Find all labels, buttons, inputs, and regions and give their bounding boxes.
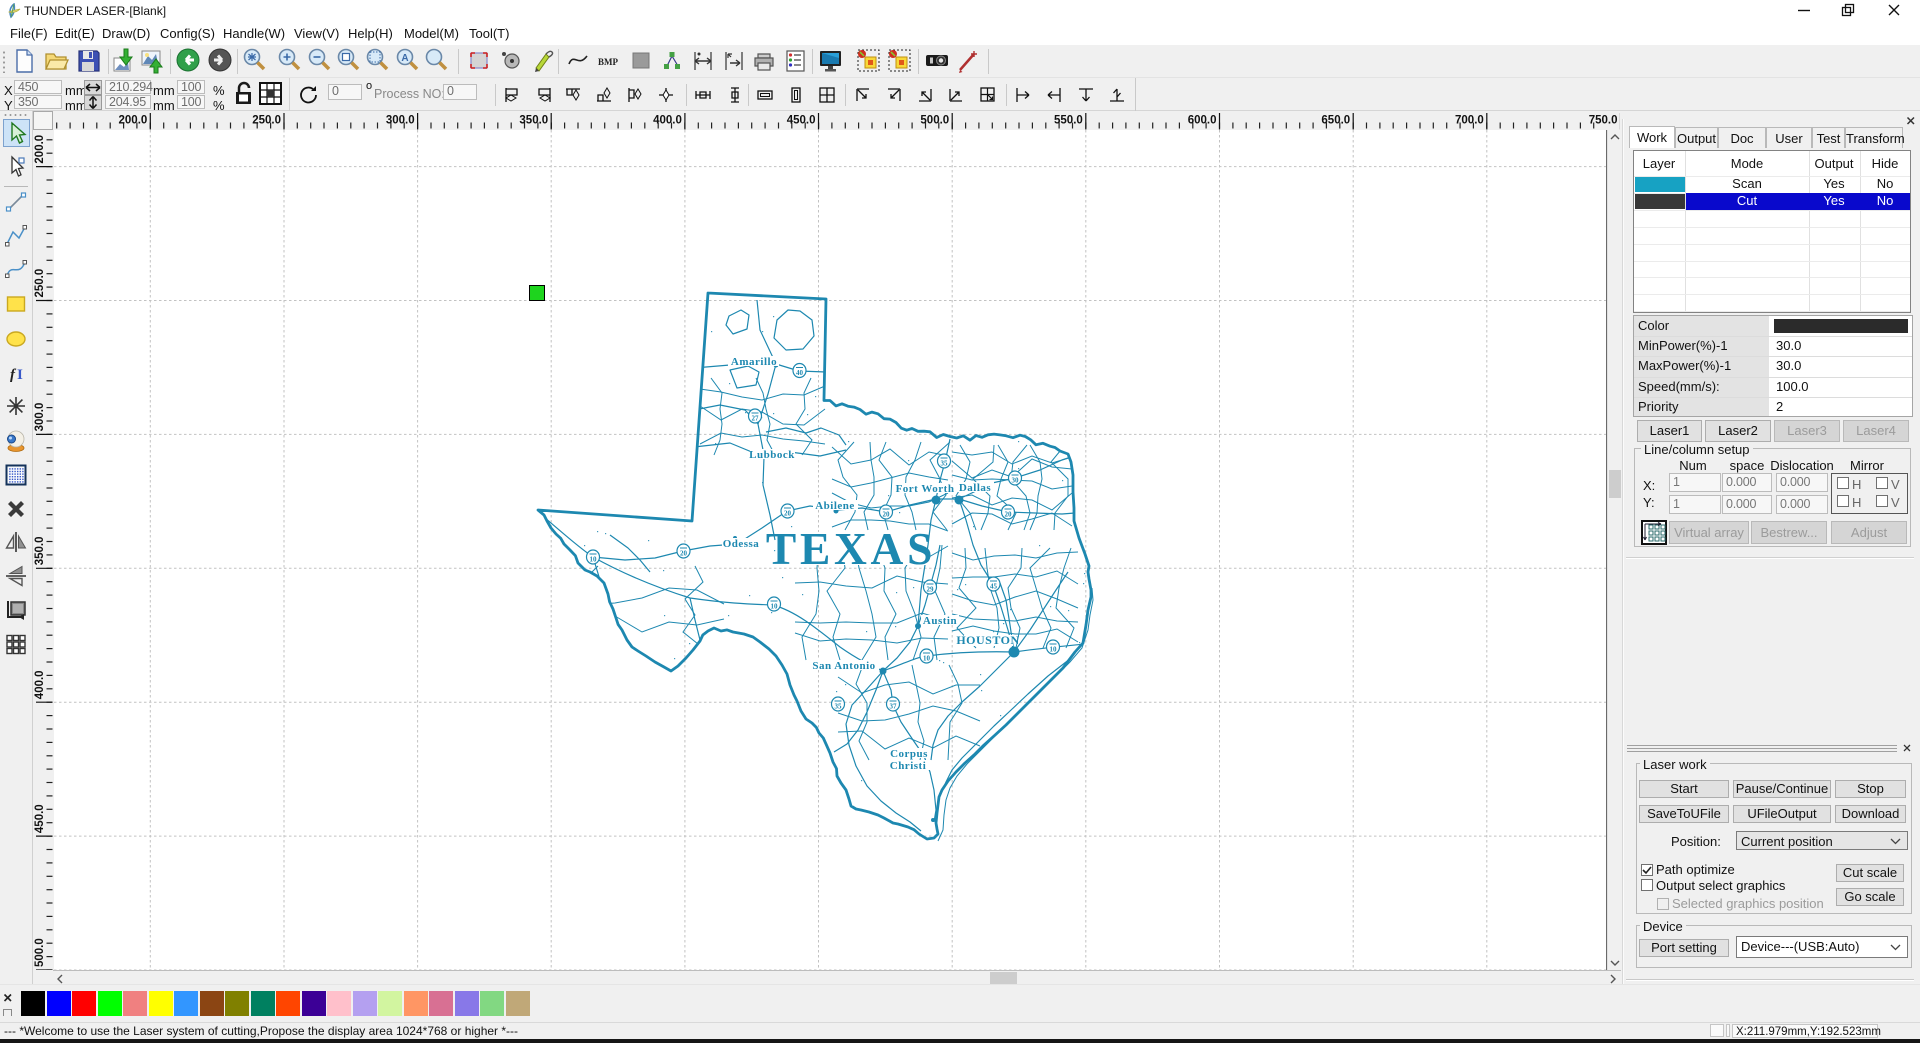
svg-text:45: 45 [990,583,998,591]
svg-text:A: A [401,53,408,64]
svg-text:450.0: 450.0 [787,115,816,127]
svg-text:Fort Worth: Fort Worth [896,483,955,495]
svg-text:600.0: 600.0 [1188,115,1217,127]
svg-text:20: 20 [1005,511,1013,519]
svg-text:Abilene: Abilene [815,500,855,512]
svg-text:350.0: 350.0 [34,537,46,566]
svg-text:750.0: 750.0 [1589,115,1618,127]
svg-text:TEXAS: TEXAS [766,523,936,574]
svg-text:35: 35 [835,703,843,711]
svg-text:27: 27 [752,415,760,423]
svg-text:20: 20 [883,511,891,519]
svg-text:500.0: 500.0 [920,115,949,127]
svg-text:10: 10 [771,603,779,611]
svg-text:400.0: 400.0 [34,670,46,699]
svg-text:250.0: 250.0 [34,269,46,298]
svg-text:f: f [10,367,17,383]
svg-text:650.0: 650.0 [1321,115,1350,127]
svg-text:Christi: Christi [890,760,927,772]
svg-text:Amarillo: Amarillo [731,356,777,368]
svg-text:29: 29 [927,586,935,594]
svg-text:Odessa: Odessa [723,538,760,550]
svg-text:300.0: 300.0 [386,115,415,127]
svg-text:20: 20 [680,550,688,558]
svg-text:BMP: BMP [598,57,618,67]
svg-text:200.0: 200.0 [119,115,148,127]
svg-text:350.0: 350.0 [519,115,548,127]
svg-text:10: 10 [1050,646,1058,654]
svg-text:San Antonio: San Antonio [812,660,875,672]
svg-text:200.0: 200.0 [34,135,46,164]
svg-text:450.0: 450.0 [34,804,46,833]
svg-text:550.0: 550.0 [1054,115,1083,127]
svg-text:400.0: 400.0 [653,115,682,127]
svg-text:700.0: 700.0 [1455,115,1484,127]
svg-text:300.0: 300.0 [34,403,46,432]
svg-text:Austin: Austin [923,615,957,627]
svg-text:35: 35 [941,460,949,468]
svg-text:500.0: 500.0 [34,938,46,967]
svg-text:10: 10 [923,655,931,663]
svg-text:HOUSTON: HOUSTON [956,633,1019,647]
svg-text:I: I [17,367,23,383]
svg-text:250.0: 250.0 [252,115,281,127]
svg-text:Dallas: Dallas [959,482,992,494]
svg-text:37: 37 [890,703,898,711]
svg-text:Corpus: Corpus [890,748,928,760]
svg-text:10: 10 [590,556,598,564]
svg-text:30: 30 [1012,477,1020,485]
svg-text:20: 20 [784,510,792,518]
svg-text:40: 40 [796,369,804,377]
svg-text:Lubbock: Lubbock [749,449,795,461]
